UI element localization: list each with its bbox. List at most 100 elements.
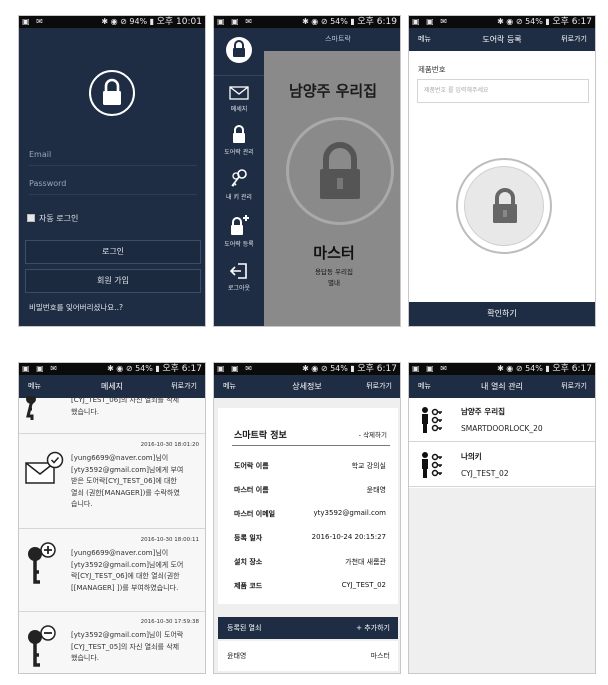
- key-plus-icon: [23, 542, 63, 592]
- drawer-item-doorlock-manage[interactable]: 도어락 관리: [214, 123, 264, 156]
- lock-circle[interactable]: [456, 158, 552, 254]
- status-time: 오후 6:17: [357, 364, 397, 374]
- drawer-item-doorlock-register[interactable]: 도어락 등록: [214, 213, 264, 248]
- forgot-password-link[interactable]: 비밀번호를 잊어버리셨나요..?: [29, 302, 123, 313]
- key-holder-role: 마스터: [370, 652, 390, 660]
- lock-icon: [103, 78, 121, 105]
- detail-row: 제품 코드 CYJ_TEST_02: [234, 581, 386, 591]
- list-item[interactable]: 2016-10-30 18:01:20 [yung6699@naver.com]…: [19, 435, 205, 529]
- back-button[interactable]: 뒤로가기: [561, 375, 587, 398]
- detail-key: 등록 일자: [234, 534, 263, 542]
- status-right-icons: ✱ ◉ ⊘ 54% ▮: [302, 364, 355, 373]
- message-line: [CYJ_TEST_05]의 자신 열쇠를 삭제: [71, 642, 180, 651]
- key-management-screen: ▣ ▣ ✉ ✱ ◉ ⊘ 54% ▮ 오후 6:17 내 열쇠 관리 메뉴 뒤로가…: [408, 362, 596, 674]
- login-button[interactable]: 로그인: [25, 240, 201, 264]
- menu-button[interactable]: 메뉴: [418, 28, 431, 51]
- status-bar: ▣ ▣ ✉ ✱ ◉ ⊘ 54% ▮ 오후 6:17: [19, 363, 205, 375]
- message-body: [yung6699@naver.com]님이 [yty3592@gmail.co…: [71, 453, 199, 511]
- envelope-check-icon: [23, 451, 65, 495]
- detail-row: 도어락 이름 학교 강의실: [234, 461, 386, 471]
- drawer-item-label: 도어락 관리: [224, 149, 254, 156]
- menu-button[interactable]: 메뉴: [418, 375, 431, 398]
- lock-circle[interactable]: [286, 117, 394, 225]
- status-bar: ▣ ✉ ✱ ◉ ⊘ 94% ▮ 오후 10:01: [19, 16, 205, 28]
- detail-key: 제품 코드: [234, 582, 263, 590]
- master-label: 마스터: [313, 244, 355, 262]
- status-right-icons: ✱ ◉ ⊘ 54% ▮: [497, 364, 550, 373]
- app-bar: 상세정보 메뉴 뒤로가기: [214, 375, 400, 398]
- message-line: 락[CYJ_TEST_06]에 대한 열쇠(권한: [71, 572, 180, 580]
- checkbox-box[interactable]: [27, 214, 35, 222]
- lock-plus-icon: [231, 215, 249, 235]
- registered-key-row[interactable]: 윤태영 마스터: [218, 641, 398, 671]
- key-code: SMARTDOORLOCK_20: [461, 424, 543, 433]
- person-keys-icon: [419, 451, 445, 483]
- empty-area: [409, 488, 595, 673]
- status-right-icons: ✱ ◉ ⊘ 54% ▮: [497, 17, 550, 26]
- register-screen: ▣ ▣ ✉ ✱ ◉ ⊘ 54% ▮ 오후 6:17 도어락 등록 메뉴 뒤로가기…: [408, 15, 596, 327]
- messages-screen: ▣ ▣ ✉ ✱ ◉ ⊘ 54% ▮ 오후 6:17 메세지 메뉴 뒤로가기 [C…: [18, 362, 206, 674]
- list-item[interactable]: 2016-10-30 18:00:11 [yung6699@naver.com]…: [19, 530, 205, 612]
- message-body: [yty3592@gmail.com]님이 도어락 [CYJ_TEST_05]의…: [71, 630, 199, 665]
- key-holder-name: 윤태영: [227, 652, 247, 660]
- drawer-item-messages[interactable]: 메세지: [214, 84, 264, 113]
- status-left-icons: ▣ ▣ ✉: [217, 17, 254, 26]
- logout-icon: [229, 263, 247, 279]
- drawer-item-label: 메세지: [230, 106, 248, 113]
- email-field[interactable]: Email: [29, 144, 197, 166]
- password-field[interactable]: Password: [29, 173, 197, 195]
- product-number-placeholder: 제품번호 를 입력해주세요: [424, 87, 489, 94]
- message-line: [yung6699@naver.com]님이: [71, 454, 169, 462]
- message-line: 했습니다.: [71, 407, 99, 416]
- confirm-button[interactable]: 확인하기: [409, 302, 595, 326]
- detail-row: 마스터 이메일 yty3592@gmail.com: [234, 509, 386, 519]
- drawer-header: [214, 28, 264, 76]
- message-list[interactable]: [CYJ_TEST_06]의 자신 열쇠를 삭제 했습니다. 2016-10-3…: [19, 394, 205, 673]
- menu-button[interactable]: 메뉴: [28, 375, 41, 398]
- message-line: 열쇠 (권한[MANAGER])를 수락하였: [71, 488, 180, 497]
- password-placeholder: Password: [29, 179, 67, 188]
- detail-row: 설치 장소 가천대 새롬관: [234, 557, 386, 567]
- list-item[interactable]: 나의키 CYJ_TEST_02: [409, 443, 595, 487]
- lock-circle-icon: [226, 37, 252, 63]
- status-time: 오후 6:17: [552, 364, 592, 374]
- detail-value: 2016-10-24 20:15:27: [311, 533, 386, 541]
- drawer-item-logout[interactable]: 로그아웃: [214, 261, 264, 292]
- message-line: [[MANAGER] ])를 부여하였습니다.: [71, 583, 179, 592]
- message-line: [yty3592@gmail.com]님에게 도어: [71, 560, 184, 569]
- status-left-icons: ▣ ✉: [22, 17, 45, 26]
- registered-keys-header: 등록된 열쇠 + 추가하기: [218, 617, 398, 639]
- back-button[interactable]: 뒤로가기: [366, 375, 392, 398]
- detail-value: 윤태영: [366, 486, 386, 494]
- list-item[interactable]: 남양주 우리집 SMARTDOORLOCK_20: [409, 398, 595, 442]
- message-line: 받은 도어락[CYJ_TEST_06]에 대한: [71, 477, 177, 485]
- message-body: [yung6699@naver.com]님이 [yty3592@gmail.co…: [71, 548, 199, 594]
- key-name: 나의키: [461, 452, 482, 461]
- key-minus-icon: [23, 625, 63, 673]
- app-bar: 내 열쇠 관리 메뉴 뒤로가기: [409, 375, 595, 398]
- drawer-item-my-keys[interactable]: 내 키 관리: [214, 168, 264, 201]
- place-name: 남양주 우리집: [288, 82, 378, 100]
- back-button[interactable]: 뒤로가기: [561, 28, 587, 51]
- menu-button[interactable]: 메뉴: [223, 375, 236, 398]
- status-left-icons: ▣ ▣ ✉: [22, 364, 59, 373]
- key-code: CYJ_TEST_02: [461, 469, 509, 478]
- delete-button[interactable]: - 삭제하기: [359, 429, 387, 439]
- product-number-label: 제품번호: [418, 65, 446, 74]
- signup-button[interactable]: 회원 가입: [25, 269, 201, 293]
- divider: [232, 445, 390, 446]
- add-key-button[interactable]: + 추가하기: [356, 617, 390, 639]
- list-item[interactable]: [CYJ_TEST_06]의 자신 열쇠를 삭제 했습니다.: [19, 394, 205, 434]
- detail-value: yty3592@gmail.com: [313, 509, 386, 517]
- status-bar: ▣ ▣ ✉ ✱ ◉ ⊘ 54% ▮ 오후 6:17: [409, 16, 595, 28]
- status-left-icons: ▣ ▣ ✉: [412, 364, 449, 373]
- sub-line-1: 용답동 우리집: [315, 268, 353, 276]
- list-item[interactable]: 2016-10-30 17:59:38 [yty3592@gmail.com]님…: [19, 613, 205, 673]
- keys-icon: [231, 169, 247, 187]
- product-number-input[interactable]: 제품번호 를 입력해주세요: [417, 79, 589, 103]
- detail-key: 설치 장소: [234, 558, 263, 566]
- app-title: 스마트락: [325, 35, 351, 43]
- detail-row: 마스터 이름 윤태영: [234, 485, 386, 495]
- auto-login-checkbox[interactable]: 자동 로그인: [27, 213, 78, 224]
- status-bar: ▣ ▣ ✉ ✱ ◉ ⊘ 54% ▮ 오후 6:17: [409, 363, 595, 375]
